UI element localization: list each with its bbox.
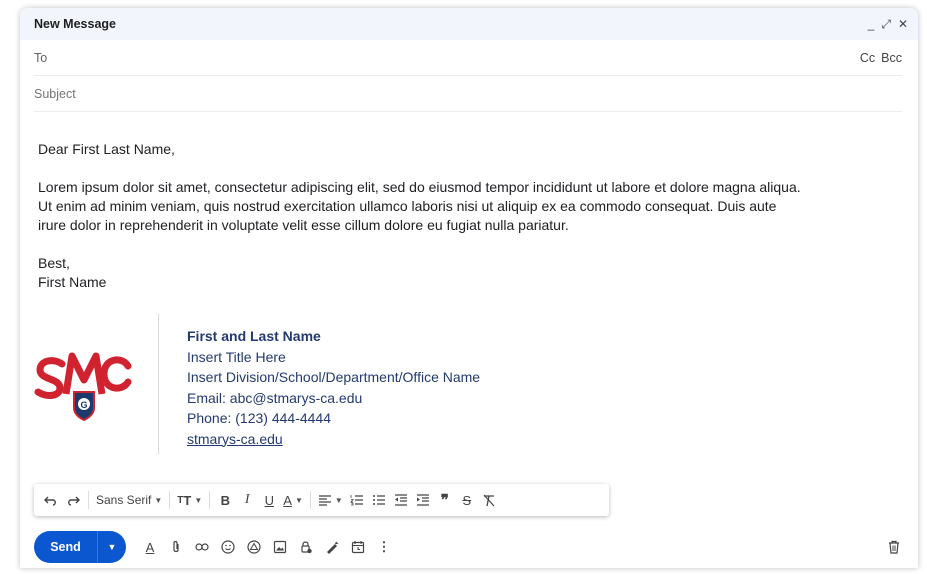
more-options-icon[interactable]: ⋮ xyxy=(372,535,396,559)
closing: Best, xyxy=(38,255,70,271)
undo-icon[interactable] xyxy=(40,488,62,512)
trash-icon[interactable] xyxy=(882,535,906,559)
compose-window: New Message _ ⤢ ✕ To Cc Bcc Dear First L… xyxy=(20,8,918,568)
formatting-toolbar: Sans Serif ▼ T T ▼ B I U A ▼ ▼ ❞ S xyxy=(34,484,609,516)
toolbar-divider xyxy=(169,491,171,509)
font-family-label: Sans Serif xyxy=(96,493,152,507)
compose-titlebar[interactable]: New Message _ ⤢ ✕ xyxy=(20,8,918,40)
emoji-icon[interactable] xyxy=(216,535,240,559)
text-size-icon[interactable]: T T ▼ xyxy=(174,488,205,512)
indent-more-icon[interactable] xyxy=(412,488,434,512)
text-color-icon[interactable]: A ▼ xyxy=(280,488,306,512)
send-options-chevron-icon[interactable]: ▼ xyxy=(98,531,126,563)
signature-block: G First and Last Name Insert Title Here … xyxy=(34,314,480,459)
align-icon[interactable]: ▼ xyxy=(315,488,346,512)
signature-icon[interactable] xyxy=(320,535,344,559)
signature-website-link[interactable]: stmarys-ca.edu xyxy=(187,429,480,450)
underline-icon[interactable]: U xyxy=(258,488,280,512)
close-icon[interactable]: ✕ xyxy=(898,18,908,30)
subject-row xyxy=(34,76,902,112)
minimize-icon[interactable]: _ xyxy=(868,18,875,30)
signature-name: First and Last Name xyxy=(187,328,321,344)
confidential-icon[interactable] xyxy=(294,535,318,559)
bcc-link[interactable]: Bcc xyxy=(881,51,902,65)
compose-title: New Message xyxy=(34,17,116,31)
chevron-down-icon: ▼ xyxy=(154,495,163,505)
smc-logo: G xyxy=(34,314,150,459)
popout-icon[interactable]: ⤢ xyxy=(881,18,891,30)
send-button[interactable]: Send xyxy=(34,531,98,563)
remove-formatting-icon[interactable] xyxy=(478,488,500,512)
link-icon[interactable] xyxy=(190,535,214,559)
indent-less-icon[interactable] xyxy=(390,488,412,512)
subject-input[interactable] xyxy=(34,86,902,101)
toolbar-divider xyxy=(88,491,89,509)
signature-email: Email: abc@stmarys-ca.edu xyxy=(187,389,363,406)
to-input[interactable] xyxy=(84,50,860,65)
italic-icon[interactable]: I xyxy=(236,488,258,512)
attach-icon[interactable] xyxy=(164,535,188,559)
to-row: To Cc Bcc xyxy=(34,40,902,76)
toolbar-divider xyxy=(209,491,211,509)
sender-name: First Name xyxy=(38,274,107,290)
cc-link[interactable]: Cc xyxy=(860,51,875,65)
font-family-select[interactable]: Sans Serif ▼ xyxy=(93,488,165,512)
send-button-group: Send ▼ xyxy=(34,531,126,563)
svg-text:G: G xyxy=(80,400,87,410)
bold-icon[interactable]: B xyxy=(214,488,236,512)
strikethrough-icon[interactable]: S xyxy=(456,488,478,512)
to-label: To xyxy=(34,50,48,65)
numbered-list-icon[interactable] xyxy=(346,488,368,512)
quote-icon[interactable]: ❞ xyxy=(434,488,456,512)
signature-title: Insert Title Here xyxy=(187,348,286,365)
compose-bottom-bar: Send ▼ A ⋮ xyxy=(34,531,906,563)
signature-phone: Phone: (123) 444-4444 xyxy=(187,410,331,426)
greeting: Dear First Last Name, xyxy=(38,141,175,157)
formatting-options-icon[interactable]: A xyxy=(138,535,162,559)
message-body[interactable]: Dear First Last Name, Lorem ipsum dolor … xyxy=(20,112,918,292)
redo-icon[interactable] xyxy=(62,488,84,512)
drive-icon[interactable] xyxy=(242,535,266,559)
signature-division: Insert Division/School/Department/Office… xyxy=(187,369,481,385)
bulleted-list-icon[interactable] xyxy=(368,488,390,512)
toolbar-divider xyxy=(309,491,311,509)
photo-icon[interactable] xyxy=(268,535,292,559)
body-paragraph: Lorem ipsum dolor sit amet, consectetur … xyxy=(38,179,801,233)
schedule-icon[interactable] xyxy=(346,535,370,559)
